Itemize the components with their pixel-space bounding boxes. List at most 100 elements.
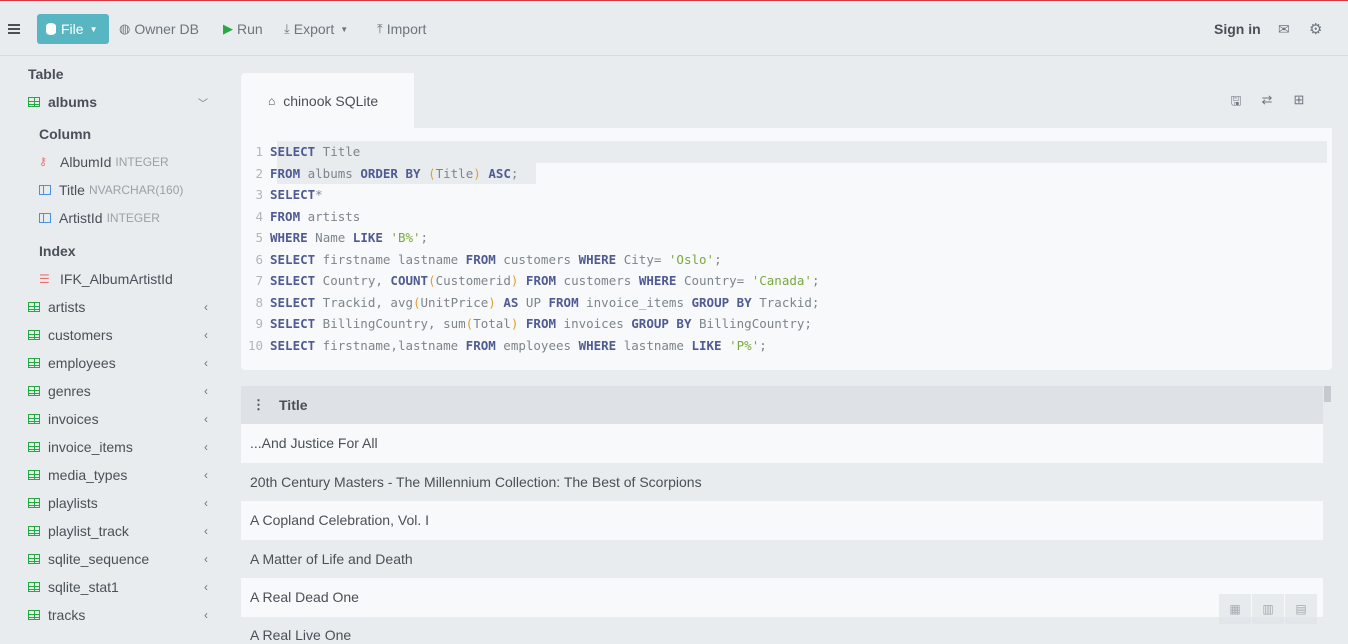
chevron-left-icon: ‹ [204, 440, 208, 454]
sidebar-item-genres[interactable]: genres ‹ [0, 377, 224, 405]
chevron-left-icon: ‹ [204, 300, 208, 314]
column-item[interactable]: Title NVARCHAR(160) [0, 176, 224, 204]
table-row[interactable]: A Matter of Life and Death [241, 539, 1323, 578]
sidebar-item-customers[interactable]: customers ‹ [0, 321, 224, 349]
menu-icon[interactable] [8, 1, 22, 57]
chevron-left-icon: ‹ [204, 608, 208, 622]
sign-in-link[interactable]: Sign in [1214, 1, 1261, 57]
table-name: invoice_items [48, 439, 133, 455]
sidebar-item-invoice-items[interactable]: invoice_items ‹ [0, 433, 224, 461]
globe-icon: ◍ [119, 21, 131, 36]
column-name: AlbumId [60, 154, 112, 170]
table-name: sqlite_sequence [48, 551, 150, 567]
results-header[interactable]: ⋮ Title [241, 386, 1323, 424]
chevron-down-icon: ﹀ [198, 98, 208, 110]
refresh-icon[interactable]: ⇄ [1259, 92, 1275, 108]
results-scrollbar[interactable] [1323, 386, 1332, 644]
table-icon [28, 386, 40, 396]
chevron-left-icon: ‹ [204, 328, 208, 342]
sidebar-item-playlist-track[interactable]: playlist_track ‹ [0, 517, 224, 545]
import-button[interactable]: ⤒ Import [377, 1, 426, 57]
export-button[interactable]: ⤓ Export ▼ [284, 1, 348, 57]
cell-title: A Real Live One [250, 626, 352, 643]
sidebar-item-playlists[interactable]: playlists ‹ [0, 489, 224, 517]
table-name: customers [48, 327, 113, 343]
home-icon: ⌂ [268, 93, 276, 108]
sidebar-item-invoices[interactable]: invoices ‹ [0, 405, 224, 433]
sidebar-item-sqlite-sequence[interactable]: sqlite_sequence ‹ [0, 545, 224, 573]
add-tab-icon[interactable]: ⊞ [1291, 92, 1307, 108]
column-item[interactable]: ⚷ AlbumId INTEGER [0, 148, 224, 176]
import-label: Import [386, 21, 427, 37]
chevron-left-icon: ‹ [204, 412, 208, 426]
download-icon: ⤓ [284, 21, 290, 36]
index-item[interactable]: ☰ IFK_AlbumArtistId [0, 265, 224, 293]
table-name: albums [48, 94, 98, 110]
chevron-left-icon: ‹ [204, 468, 208, 482]
sidebar-item-tracks[interactable]: tracks ‹ [0, 601, 224, 629]
column-type: INTEGER [115, 155, 169, 169]
table-icon [28, 554, 40, 564]
cell-title: 20th Century Masters - The Millennium Co… [250, 473, 702, 490]
chart-view-icon[interactable]: ▥ [1252, 594, 1284, 624]
column-heading: Column [39, 126, 92, 142]
list-icon: ☰ [39, 272, 50, 286]
run-label: Run [237, 21, 263, 37]
scrollbar-thumb[interactable] [1324, 386, 1331, 402]
sidebar-item-sqlite-stat1[interactable]: sqlite_stat1 ‹ [0, 573, 224, 601]
column-menu-icon[interactable]: ⋮ [252, 397, 265, 413]
table-icon [28, 330, 40, 340]
code-line: 6 SELECT firstname lastname FROM customer… [255, 251, 722, 267]
table-name: media_types [48, 467, 128, 483]
grid-view-icon[interactable]: ▦ [1219, 594, 1251, 624]
database-icon [46, 23, 56, 35]
table-icon [28, 97, 40, 107]
file-label: File [61, 21, 84, 37]
editor-tab-bar: ⌂ chinook SQLite 🖫 ⇄ ⊞ [241, 73, 1332, 128]
sidebar-item-media-types[interactable]: media_types ‹ [0, 461, 224, 489]
table-name: tracks [48, 607, 86, 623]
chevron-left-icon: ‹ [204, 356, 208, 370]
table-row[interactable]: 20th Century Masters - The Millennium Co… [241, 462, 1323, 501]
code-line: 10 SELECT firstname,lastname FROM employe… [247, 337, 767, 353]
gear-icon[interactable]: ⚙ [1309, 1, 1322, 57]
table-icon [28, 442, 40, 452]
code-line: 4 FROM artists [255, 208, 361, 224]
table-icon [28, 498, 40, 508]
sidebar-item-albums[interactable]: albums ﹀ [0, 88, 224, 116]
caret-down-icon: ▼ [89, 24, 98, 34]
file-menu-button[interactable]: File ▼ [37, 14, 109, 44]
upload-icon: ⤒ [377, 21, 383, 36]
caret-down-icon: ▼ [340, 24, 349, 34]
owner-db-button[interactable]: ◍ Owner DB [119, 1, 199, 57]
mail-icon[interactable]: ✉ [1278, 1, 1290, 57]
table-row[interactable]: ...And Justice For All [241, 424, 1323, 463]
code-line: 2 FROM albums ORDER BY (Title) ASC; [241, 162, 1332, 184]
table-icon [28, 302, 40, 312]
cell-title: ...And Justice For All [250, 435, 378, 452]
run-button[interactable]: ▶ Run [223, 1, 263, 57]
table-icon [28, 526, 40, 536]
chevron-left-icon: ‹ [204, 384, 208, 398]
text-view-icon[interactable]: ▤ [1285, 594, 1317, 624]
table-row[interactable]: A Copland Celebration, Vol. I [241, 501, 1323, 540]
column-type: NVARCHAR(160) [88, 183, 184, 197]
save-icon[interactable]: 🖫 [1228, 92, 1244, 108]
table-name: employees [48, 355, 116, 371]
cell-title: A Real Dead One [250, 589, 359, 606]
code-line: 1 SELECT Title [241, 141, 1332, 163]
table-row[interactable]: A Real Live One [241, 616, 1323, 644]
table-icon [28, 358, 40, 368]
sql-editor-card: ⌂ chinook SQLite 🖫 ⇄ ⊞ 1 SELECT Title 2 FR… [241, 73, 1332, 370]
index-heading: Index [39, 243, 76, 259]
sql-code-area[interactable]: 1 SELECT Title 2 FROM albums ORDER BY (Tit… [241, 141, 1332, 356]
chevron-left-icon: ‹ [204, 524, 208, 538]
table-row[interactable]: A Real Dead One [241, 578, 1323, 617]
sidebar-item-employees[interactable]: employees ‹ [0, 349, 224, 377]
tab-chinook-sqlite[interactable]: ⌂ chinook SQLite [241, 73, 414, 128]
export-label: Export [293, 21, 335, 37]
column-item[interactable]: ArtistId INTEGER [0, 204, 224, 232]
sidebar-item-artists[interactable]: artists ‹ [0, 293, 224, 321]
view-switcher: ▦ ▥ ▤ [1219, 594, 1318, 624]
tab-label: chinook SQLite [283, 92, 379, 109]
